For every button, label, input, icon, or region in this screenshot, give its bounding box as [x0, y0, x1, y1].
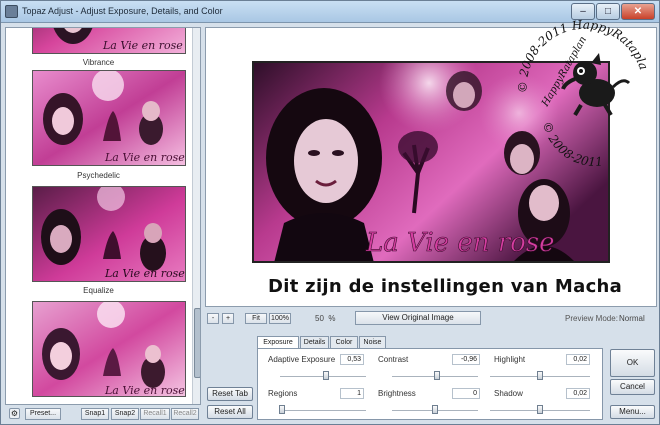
regions-value[interactable]: 1	[340, 388, 364, 399]
preset-label: Equalize	[83, 286, 114, 295]
zoom-out-button[interactable]: -	[207, 313, 219, 324]
watermark-text-bottom: © 2008-2011	[540, 120, 604, 169]
gear-icon[interactable]: ⚙	[9, 408, 20, 419]
app-window: Topaz Adjust - Adjust Exposure, Details,…	[0, 0, 660, 425]
watermark-seal: © 2008-2011 HappyRataplan © 2008-2011 Ha…	[503, 0, 657, 169]
tab-color[interactable]: Color	[330, 336, 358, 348]
brightness-label: Brightness	[378, 389, 416, 398]
zoom-in-button[interactable]: +	[222, 313, 234, 324]
zoom-level: 50 %	[315, 314, 336, 323]
scrollbar-thumb[interactable]	[194, 308, 200, 378]
contrast-slider[interactable]	[433, 371, 440, 380]
zoom-fit-button[interactable]: Fit	[245, 313, 267, 324]
regions-track[interactable]	[280, 410, 366, 411]
preset-thumbnail[interactable]: La Vie en rose	[32, 301, 186, 397]
zoom-toolbar: - + Fit 100% 50 % View Original Image Pr…	[205, 310, 657, 326]
app-icon	[5, 5, 18, 18]
preset-label: Psychedelic	[77, 171, 120, 180]
regions-slider[interactable]	[278, 405, 285, 414]
thumb-overlay-text: La Vie en rose	[104, 151, 185, 164]
preview-mode-label: Preview Mode:	[565, 314, 618, 323]
preset-scrollbar[interactable]	[192, 28, 200, 404]
image-overlay-text: La Vie en rose	[365, 228, 555, 258]
tab-noise[interactable]: Noise	[359, 336, 386, 348]
preset-thumbnail[interactable]: La Vie en rose	[32, 28, 186, 54]
preset-list[interactable]: La Vie en rose Vibrance La Vie en rose P…	[5, 27, 201, 405]
brightness-slider[interactable]	[432, 405, 438, 414]
thumb-overlay-text: La Vie en rose	[104, 267, 185, 280]
highlight-slider[interactable]	[537, 371, 543, 380]
highlight-label: Highlight	[494, 355, 526, 364]
contrast-value[interactable]: -0,96	[452, 354, 480, 365]
window-title: Topaz Adjust - Adjust Exposure, Details,…	[22, 6, 223, 16]
recall2-button[interactable]: Recall2	[171, 408, 199, 420]
exposure-panel: Adaptive Exposure 0,53 Contrast -0,96 Hi…	[257, 348, 603, 420]
menu-button[interactable]: Menu...	[610, 405, 655, 419]
shadow-slider[interactable]	[537, 405, 543, 414]
brightness-value[interactable]: 0	[452, 388, 480, 399]
adaptive-exposure-value[interactable]: 0,53	[340, 354, 364, 365]
shadow-value[interactable]: 0,02	[566, 388, 590, 399]
preset-thumbnail[interactable]: La Vie en rose	[32, 70, 186, 166]
contrast-label: Contrast	[378, 355, 409, 364]
preset-button[interactable]: Preset...	[25, 408, 61, 420]
preview-mode-value[interactable]: Normal	[619, 314, 645, 323]
recall1-button[interactable]: Recall1	[140, 408, 170, 420]
ok-button[interactable]: OK	[610, 349, 655, 377]
preview-caption: Dit zijn de instellingen van Macha	[268, 276, 623, 297]
reset-all-button[interactable]: Reset All	[207, 405, 253, 419]
preset-label: Vibrance	[82, 58, 115, 67]
thumb-overlay-text: La Vie en rose	[104, 384, 185, 397]
cancel-button[interactable]: Cancel	[610, 379, 655, 395]
regions-label: Regions	[268, 389, 298, 398]
preset-thumbnail[interactable]: La Vie en rose	[32, 186, 186, 282]
thumb-overlay-text: La Vie en rose	[102, 39, 183, 52]
snap1-button[interactable]: Snap1	[81, 408, 109, 420]
svg-text:© 2008-2011: © 2008-2011	[540, 120, 604, 168]
tab-details[interactable]: Details	[300, 336, 329, 348]
adaptive-exposure-label: Adaptive Exposure	[268, 355, 336, 364]
highlight-value[interactable]: 0,02	[566, 354, 590, 365]
zoom-100-button[interactable]: 100%	[269, 313, 291, 324]
snap2-button[interactable]: Snap2	[111, 408, 139, 420]
view-original-button[interactable]: View Original Image	[355, 311, 481, 325]
reset-tab-button[interactable]: Reset Tab	[207, 387, 253, 401]
adaptive-exposure-slider[interactable]	[322, 371, 329, 380]
shadow-label: Shadow	[494, 389, 523, 398]
